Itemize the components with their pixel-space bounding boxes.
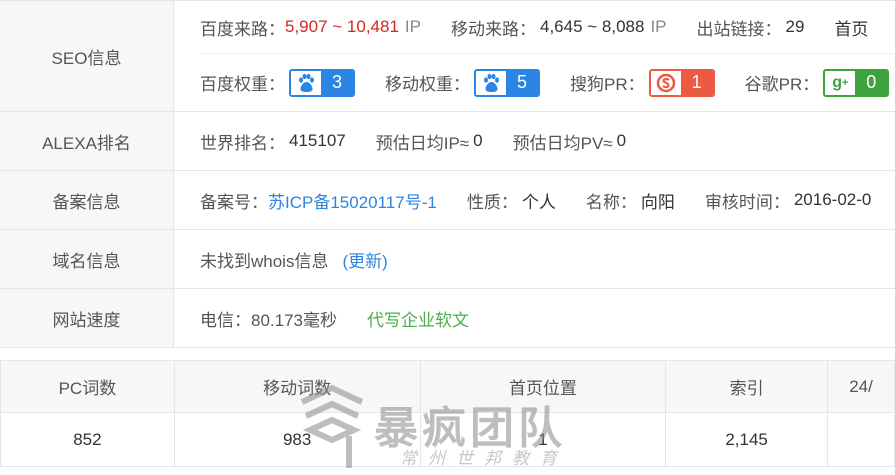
speed-label: 网站速度 (0, 289, 174, 347)
col-mobile-words: 移动词数 (173, 360, 421, 413)
icp-name: 名称： 向阳 (585, 192, 675, 212)
baidu-paw-icon (291, 70, 321, 95)
sogou-pr-value: 1 (680, 70, 713, 95)
alexa-label: ALEXA排名 (0, 112, 174, 170)
seo-label: SEO信息 (0, 1, 174, 111)
baidu-weight-badge[interactable]: 3 (289, 68, 356, 97)
col-home-position: 首页位置 (419, 360, 667, 413)
world-rank-value: 415107 (289, 131, 346, 150)
mobile-weight-value: 5 (506, 70, 539, 95)
google-pr: 谷歌PR： g + 0 (745, 68, 890, 97)
world-rank: 世界排名： 415107 (200, 131, 346, 153)
col-index: 索引 (665, 360, 829, 413)
outbound-links: 出站链接： 29 (696, 17, 805, 39)
baidu-weight-value: 3 (321, 70, 354, 95)
mobile-traffic: 移动来路： 4,645 ~ 8,088 IP (450, 17, 667, 39)
icp-number-link[interactable]: 苏ICP备15020117号-1 (268, 188, 437, 213)
soft-article-ad-link[interactable]: 代写企业软文 (367, 306, 469, 331)
sogou-pr: 搜狗PR： 1 (570, 68, 715, 97)
mobile-traffic-value: 4,645 ~ 8,088 (539, 17, 645, 36)
icp-number: 备案号： 苏ICP备15020117号-1 (200, 188, 437, 213)
est-daily-ip: 预估日均IP≈ 0 (375, 131, 483, 153)
sogou-icon (650, 70, 681, 95)
google-plus-icon: g + (825, 70, 856, 95)
whois-update-link[interactable]: (更新) (342, 247, 387, 272)
table-row: 852 983 1 2,145 (0, 412, 895, 467)
icp-row: 备案信息 备案号： 苏ICP备15020117号-1 性质： 个人 名称： 向阳… (0, 171, 895, 230)
icp-label: 备案信息 (0, 171, 174, 229)
google-pr-badge[interactable]: g + 0 (823, 68, 890, 97)
whois-status: 未找到whois信息 (200, 251, 329, 271)
seo-row: SEO信息 百度来路： 5,907 ~ 10,481 IP 移动来路： 4,64… (0, 1, 895, 112)
google-pr-value: 0 (855, 70, 888, 95)
baidu-traffic: 百度来路： 5,907 ~ 10,481 IP (200, 17, 421, 39)
baidu-weight: 百度权重： 3 (200, 68, 356, 97)
alexa-row: ALEXA排名 世界排名： 415107 预估日均IP≈ 0 预估日均PV≈ 0 (0, 112, 895, 171)
mobile-weight-badge[interactable]: 5 (474, 68, 541, 97)
icp-review-time: 审核时间： 2016-02-0 (704, 190, 872, 212)
speed-row: 网站速度 电信：80.173毫秒 代写企业软文 (0, 289, 895, 348)
sogou-pr-badge[interactable]: 1 (648, 68, 715, 97)
col-pc-words: PC词数 (0, 360, 175, 413)
site-info-table: SEO信息 百度来路： 5,907 ~ 10,481 IP 移动来路： 4,64… (0, 0, 895, 348)
col-24h: 24/ (827, 360, 895, 413)
table-header-row: PC词数 移动词数 首页位置 索引 24/ (0, 360, 895, 413)
baidu-traffic-value: 5,907 ~ 10,481 (285, 17, 399, 36)
seo-content: 百度来路： 5,907 ~ 10,481 IP 移动来路： 4,645 ~ 8,… (174, 1, 895, 111)
mobile-weight: 移动权重： 5 (385, 68, 541, 97)
keyword-rank-table: PC词数 移动词数 首页位置 索引 24/ 852 983 1 2,145 (0, 360, 895, 467)
domain-row: 域名信息 未找到whois信息 (更新) (0, 230, 895, 289)
icp-nature: 性质： 个人 (466, 192, 556, 212)
outbound-links-value: 29 (785, 17, 805, 36)
est-daily-pv: 预估日均PV≈ 0 (512, 131, 627, 153)
domain-label: 域名信息 (0, 230, 174, 288)
home-label: 首页 (834, 19, 869, 39)
baidu-paw-icon (476, 70, 507, 95)
telecom-speed: 电信：80.173毫秒 (200, 310, 337, 330)
